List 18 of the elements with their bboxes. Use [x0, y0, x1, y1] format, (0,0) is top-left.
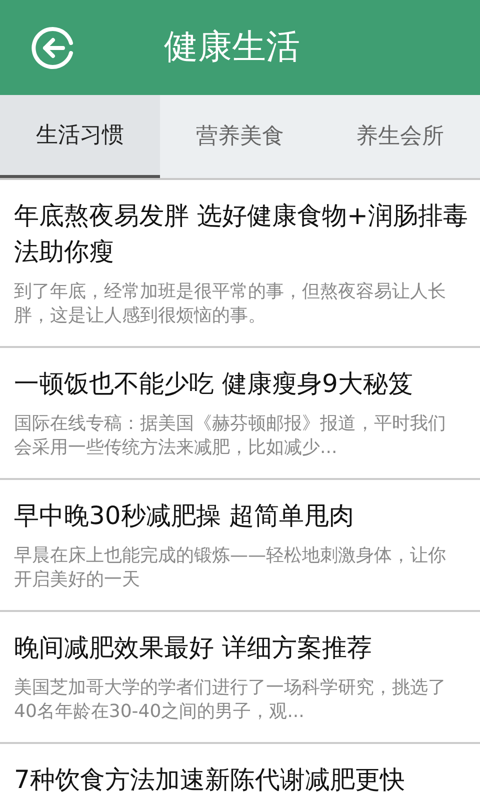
article-item[interactable]: 晚间减肥效果最好 详细方案推荐 美国芝加哥大学的学者们进行了一场科学研究，挑选了40名年龄在30-40之间的男子，观...: [0, 612, 480, 744]
article-summary: 国际在线专稿：据美国《赫芬顿邮报》报道，平时我们会采用一些传统方法来减肥，比如减少...: [14, 412, 447, 460]
article-summary: 美国芝加哥大学的学者们进行了一场科学研究，挑选了40名年龄在30-40之间的男子，观...: [14, 676, 447, 724]
tab[interactable]: 营养美食: [160, 95, 320, 178]
article-item[interactable]: 7种饮食方法加速新陈代谢减肥更快: [0, 744, 480, 800]
article-title: 早中晚30秒减肥操 超简单甩肉: [14, 500, 355, 532]
article-item[interactable]: 年底熬夜易发胖 选好健康食物+润肠排毒法助你瘦 到了年底，经常加班是很平常的事，但熬夜容易让人长胖，这是让人感到很烦恼的事。: [0, 180, 480, 348]
article-title: 晚间减肥效果最好 详细方案推荐: [14, 632, 373, 664]
article-title: 年底熬夜易发胖 选好健康食物+润肠排毒法助你瘦: [14, 200, 469, 268]
tab[interactable]: 养生会所: [320, 95, 480, 178]
article-item[interactable]: 一顿饭也不能少吃 健康瘦身9大秘笈 国际在线专稿：据美国《赫芬顿邮报》报道，平时我们会采用一些传统方法来减肥，比如减少...: [0, 348, 480, 480]
article-title: 一顿饭也不能少吃 健康瘦身9大秘笈: [14, 368, 414, 400]
article-summary: 到了年底，经常加班是很平常的事，但熬夜容易让人长胖，这是让人感到很烦恼的事。: [14, 280, 447, 328]
article-item[interactable]: 早中晚30秒减肥操 超简单甩肉 早晨在床上也能完成的锻炼——轻松地刺激身体，让你开启美好的一天: [0, 480, 480, 612]
article-summary: 早晨在床上也能完成的锻炼——轻松地刺激身体，让你开启美好的一天: [14, 544, 447, 592]
article-title: 7种饮食方法加速新陈代谢减肥更快: [14, 764, 406, 796]
header-title: 健康生活: [164, 26, 300, 69]
tab[interactable]: 生活习惯: [0, 95, 160, 178]
